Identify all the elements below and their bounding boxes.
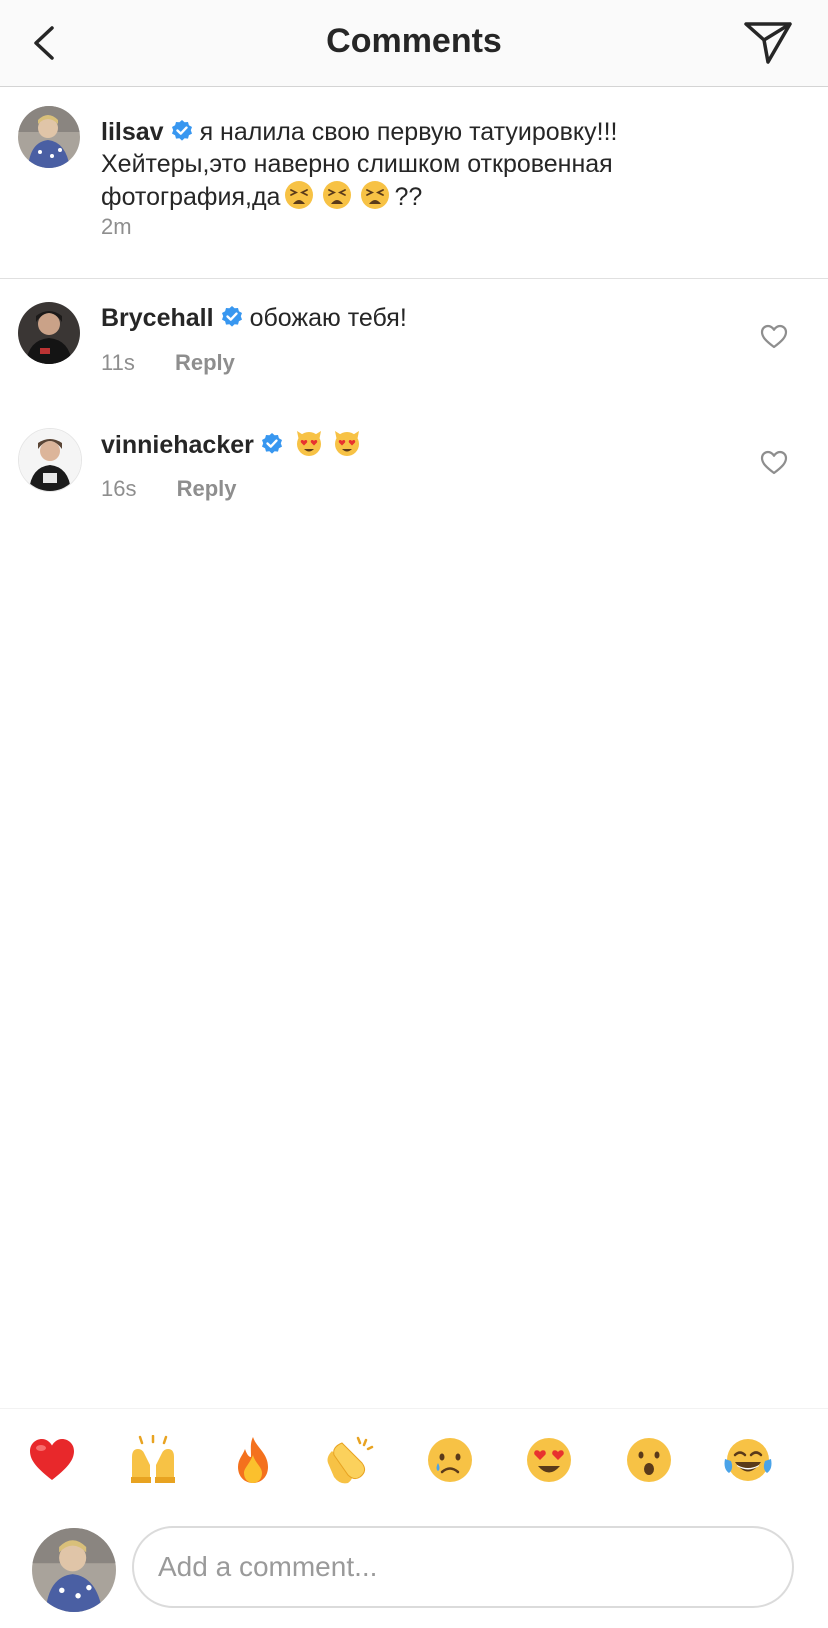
reaction-clapping-hands[interactable] [326, 1435, 376, 1485]
username[interactable]: lilsav [101, 118, 164, 146]
avatar[interactable] [18, 428, 82, 492]
tired-face-icon [285, 181, 314, 209]
caption-timestamp: 2m [101, 214, 132, 239]
caption-meta: 2m [101, 214, 132, 240]
comment-timestamp: 11s [101, 350, 135, 375]
comment-input[interactable] [132, 1526, 794, 1608]
avatar[interactable] [18, 302, 80, 364]
heart-eyes-cat-icon [334, 431, 359, 456]
like-button[interactable] [760, 450, 788, 476]
caption-text: lilsav я налила свою первую татуировку!!!… [101, 116, 791, 213]
tired-face-icon [361, 181, 390, 209]
profile-photo [18, 106, 80, 168]
profile-photo [32, 1528, 116, 1612]
caption-line-3: фотография,да [101, 183, 281, 211]
verified-badge-icon [221, 306, 242, 327]
comment-item: Brycehall обожаю тебя! 11s Reply [0, 290, 828, 410]
reply-button[interactable]: Reply [177, 476, 237, 501]
heart-outline-icon [760, 450, 788, 475]
caption-line-2: Хейтеры,это наверно слишком откровенная [101, 150, 613, 178]
quick-reaction-bar [0, 1408, 828, 1503]
reply-button[interactable]: Reply [175, 350, 235, 375]
page-title: Comments [326, 22, 502, 60]
reaction-surprised-face[interactable] [624, 1435, 674, 1485]
comment-composer [0, 1510, 828, 1628]
verified-badge-icon [171, 120, 192, 141]
caption-line-3-suffix: ?? [394, 183, 423, 211]
comment-item: vinniehacker 16s Reply [0, 416, 828, 536]
username[interactable]: vinniehacker [101, 431, 254, 459]
heart-outline-icon [760, 324, 788, 349]
comment-meta: 11s Reply [101, 350, 235, 376]
surprised-face-icon [627, 1438, 671, 1482]
raised-hands-icon [131, 1434, 175, 1483]
current-user-avatar[interactable] [32, 1528, 116, 1612]
share-button[interactable] [742, 18, 796, 68]
avatar[interactable] [18, 106, 80, 168]
post-caption: lilsav я налила свою первую татуировку!!!… [0, 86, 828, 279]
fire-icon [238, 1437, 268, 1483]
reaction-crying-face[interactable] [425, 1435, 475, 1485]
heart-eyes-face-icon [527, 1438, 571, 1482]
comment-meta: 16s Reply [101, 476, 237, 502]
heart-icon [30, 1439, 74, 1480]
comment-body: Brycehall обожаю тебя! [101, 302, 407, 334]
verified-badge-icon [261, 433, 282, 454]
tired-face-icon [323, 181, 352, 209]
heart-eyes-cat-icon [296, 431, 321, 456]
reaction-tears-of-joy-face[interactable] [723, 1435, 773, 1485]
comment-text: обожаю тебя! [249, 304, 407, 332]
reaction-heart-eyes-face[interactable] [524, 1435, 574, 1485]
clapping-hands-icon [327, 1436, 374, 1484]
comment-timestamp: 16s [101, 476, 137, 501]
profile-photo [18, 302, 80, 364]
username[interactable]: Brycehall [101, 304, 214, 332]
reaction-raised-hands[interactable] [128, 1434, 178, 1485]
tears-of-joy-icon [724, 1439, 772, 1481]
like-button[interactable] [760, 324, 788, 350]
crying-face-icon [428, 1438, 472, 1482]
reaction-fire[interactable] [228, 1435, 278, 1485]
profile-photo [19, 429, 81, 491]
paper-plane-icon [744, 22, 792, 64]
reaction-heart[interactable] [27, 1435, 77, 1485]
top-bar: Comments [0, 0, 828, 87]
caption-line-1: я налила свою первую татуировку!!! [199, 118, 618, 146]
comment-body: vinniehacker [101, 428, 366, 461]
